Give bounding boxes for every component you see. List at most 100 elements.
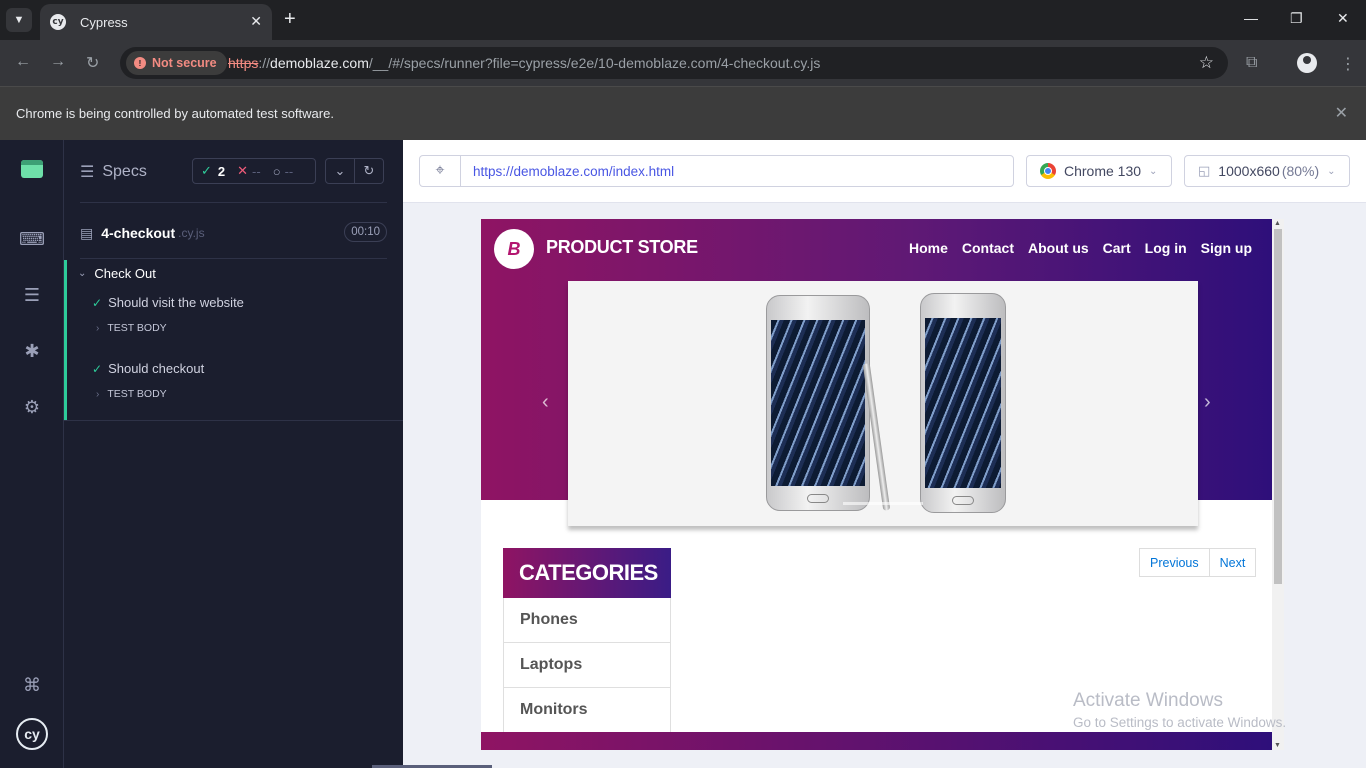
specs-label: Specs	[102, 163, 147, 180]
category-laptops[interactable]: Laptops	[503, 643, 671, 688]
extensions-puzzle-icon[interactable]: ⧉	[1246, 54, 1257, 72]
category-monitors[interactable]: Monitors	[503, 688, 671, 733]
previous-button[interactable]: Previous	[1139, 548, 1210, 577]
carousel-next-icon[interactable]: ›	[1204, 391, 1211, 414]
test-body-row[interactable]: › TEST BODY	[96, 388, 167, 400]
suite-status-bar	[64, 260, 67, 420]
browser-selector[interactable]: Chrome 130 ⌄	[1026, 155, 1172, 187]
settings-gear-icon[interactable]: ⚙	[21, 396, 43, 418]
runs-list-icon[interactable]: ☰	[21, 284, 43, 306]
watermark-line2: Go to Settings to activate Windows.	[1073, 715, 1287, 730]
carousel-indicators[interactable]	[843, 502, 923, 505]
chevron-down-icon: ▼	[13, 14, 25, 26]
restore-window-icon[interactable]: ❐	[1290, 10, 1303, 27]
scroll-up-icon[interactable]: ▲	[1274, 220, 1281, 227]
reload-icon[interactable]: ↻	[86, 53, 99, 73]
test-body-row[interactable]: › TEST BODY	[96, 322, 167, 334]
scrollbar-thumb[interactable]	[1274, 229, 1282, 584]
suite-title[interactable]: ⌄ Check Out	[78, 266, 156, 281]
chrome-logo-icon	[1040, 163, 1056, 179]
keyboard-shortcuts-icon[interactable]: ⌘	[21, 674, 43, 696]
test-checkout[interactable]: ✓ Should checkout	[92, 361, 204, 376]
document-icon: ▤	[80, 224, 94, 241]
address-url[interactable]: https://demoblaze.com/__/#/specs/runner?…	[228, 55, 820, 71]
chevron-down-icon: ⌄	[1327, 165, 1336, 177]
scroll-down-icon[interactable]: ▼	[1274, 742, 1281, 749]
refresh-icon: ↻	[363, 163, 375, 178]
collapse-all-button[interactable]: ⌄	[325, 158, 355, 184]
new-tab-button[interactable]: +	[284, 9, 296, 29]
site-nav: Home Contact About us Cart Log in Sign u…	[909, 240, 1252, 256]
failed-x-icon: ✕	[237, 163, 249, 178]
infobar-close-icon[interactable]: ✕	[1335, 103, 1348, 123]
chevron-down-icon: ⌄	[1149, 165, 1158, 177]
debug-bug-icon[interactable]: ✱	[21, 340, 43, 362]
next-button[interactable]: Next	[1209, 548, 1257, 577]
nav-contact[interactable]: Contact	[962, 240, 1014, 256]
app-browser-icon[interactable]	[21, 160, 43, 178]
url-host: demoblaze.com	[270, 55, 369, 71]
test-visit-website[interactable]: ✓ Should visit the website	[92, 295, 244, 310]
windows-activation-watermark: Activate Windows Go to Settings to activ…	[1073, 690, 1286, 730]
category-phones[interactable]: Phones	[503, 598, 671, 643]
site-footer-strip	[481, 732, 1272, 750]
carousel-prev-icon[interactable]: ‹	[542, 391, 549, 414]
viewport-scale: (80%)	[1281, 163, 1320, 179]
infobar-message: Chrome is being controlled by automated …	[16, 106, 334, 121]
phone-image-front	[766, 295, 870, 511]
tab-close-icon[interactable]: ✕	[250, 13, 262, 30]
back-arrow-icon[interactable]: ←	[15, 53, 31, 71]
minimize-window-icon[interactable]: —	[1244, 10, 1258, 26]
watermark-line1: Activate Windows	[1073, 690, 1223, 711]
url-path: /__/#/specs/runner?file=cypress/e2e/10-d…	[368, 55, 821, 71]
pass-check-icon: ✓	[92, 361, 103, 376]
more-menu-icon[interactable]: ⋮	[1340, 54, 1356, 74]
close-window-icon[interactable]: ✕	[1337, 10, 1349, 27]
cypress-sidebar: ⌨ ☰ ✱ ⚙ ⌘ cy	[0, 140, 64, 768]
forward-arrow-icon[interactable]: →	[50, 53, 66, 71]
tab-search-button[interactable]: ▼	[6, 8, 32, 32]
aut-scrollbar[interactable]: ▲ ▼	[1272, 219, 1284, 750]
carousel-slide	[568, 281, 1198, 526]
chevron-right-icon: ›	[96, 388, 100, 400]
nav-about-us[interactable]: About us	[1028, 240, 1089, 256]
suite-divider	[64, 420, 403, 421]
bookmark-star-icon[interactable]: ☆	[1199, 53, 1214, 73]
phone-image-angled	[920, 293, 1006, 513]
viewport-selector[interactable]: ◱ 1000x660 (80%) ⌄	[1184, 155, 1350, 187]
phone-home-button	[952, 496, 974, 505]
chevron-down-icon: ⌄	[78, 268, 87, 279]
spec-duration: 00:10	[344, 222, 387, 242]
nav-sign-up[interactable]: Sign up	[1201, 240, 1252, 256]
phone-screen	[925, 318, 1001, 488]
test-stats: ✓ 2 ✕ -- ○ --	[192, 158, 316, 184]
nav-home[interactable]: Home	[909, 240, 948, 256]
browser-tab[interactable]: cy Cypress ✕	[40, 4, 272, 40]
aut-url-field[interactable]: https://demoblaze.com/index.html	[460, 155, 1014, 187]
brand-logo-icon[interactable]: B	[494, 229, 534, 269]
rerun-button[interactable]: ↻	[354, 158, 384, 184]
test-title: Should checkout	[108, 361, 205, 376]
url-scheme: https	[228, 55, 259, 71]
test-title: Should visit the website	[108, 295, 244, 310]
brand-title[interactable]: PRODUCT STORE	[546, 237, 698, 258]
browser-name: Chrome 130	[1064, 163, 1142, 179]
nav-log-in[interactable]: Log in	[1145, 240, 1187, 256]
specs-toggle[interactable]: ☰ Specs	[80, 162, 147, 182]
selector-playground-button[interactable]: ⌖	[419, 155, 461, 187]
not-secure-label: Not secure	[152, 56, 217, 70]
specs-nav-icon[interactable]: ⌨	[19, 228, 45, 250]
menu-lines-icon: ☰	[80, 164, 95, 181]
spec-file-name: 4-checkout	[101, 225, 176, 241]
cypress-favicon-icon: cy	[50, 14, 66, 30]
viewport-size: 1000x660	[1218, 163, 1280, 179]
pending-count: --	[284, 163, 294, 179]
nav-cart[interactable]: Cart	[1103, 240, 1131, 256]
spec-file-row[interactable]: ▤ 4-checkout .cy.js 00:10	[80, 222, 387, 244]
address-bar[interactable]: ! Not secure https://demoblaze.com/__/#/…	[120, 47, 1228, 79]
categories-title[interactable]: CATEGORIES	[503, 548, 671, 598]
profile-avatar-icon[interactable]	[1297, 53, 1317, 73]
not-secure-chip[interactable]: ! Not secure	[126, 51, 227, 75]
viewport-ruler-icon: ◱	[1198, 163, 1211, 178]
suite-title-label: Check Out	[94, 266, 156, 281]
